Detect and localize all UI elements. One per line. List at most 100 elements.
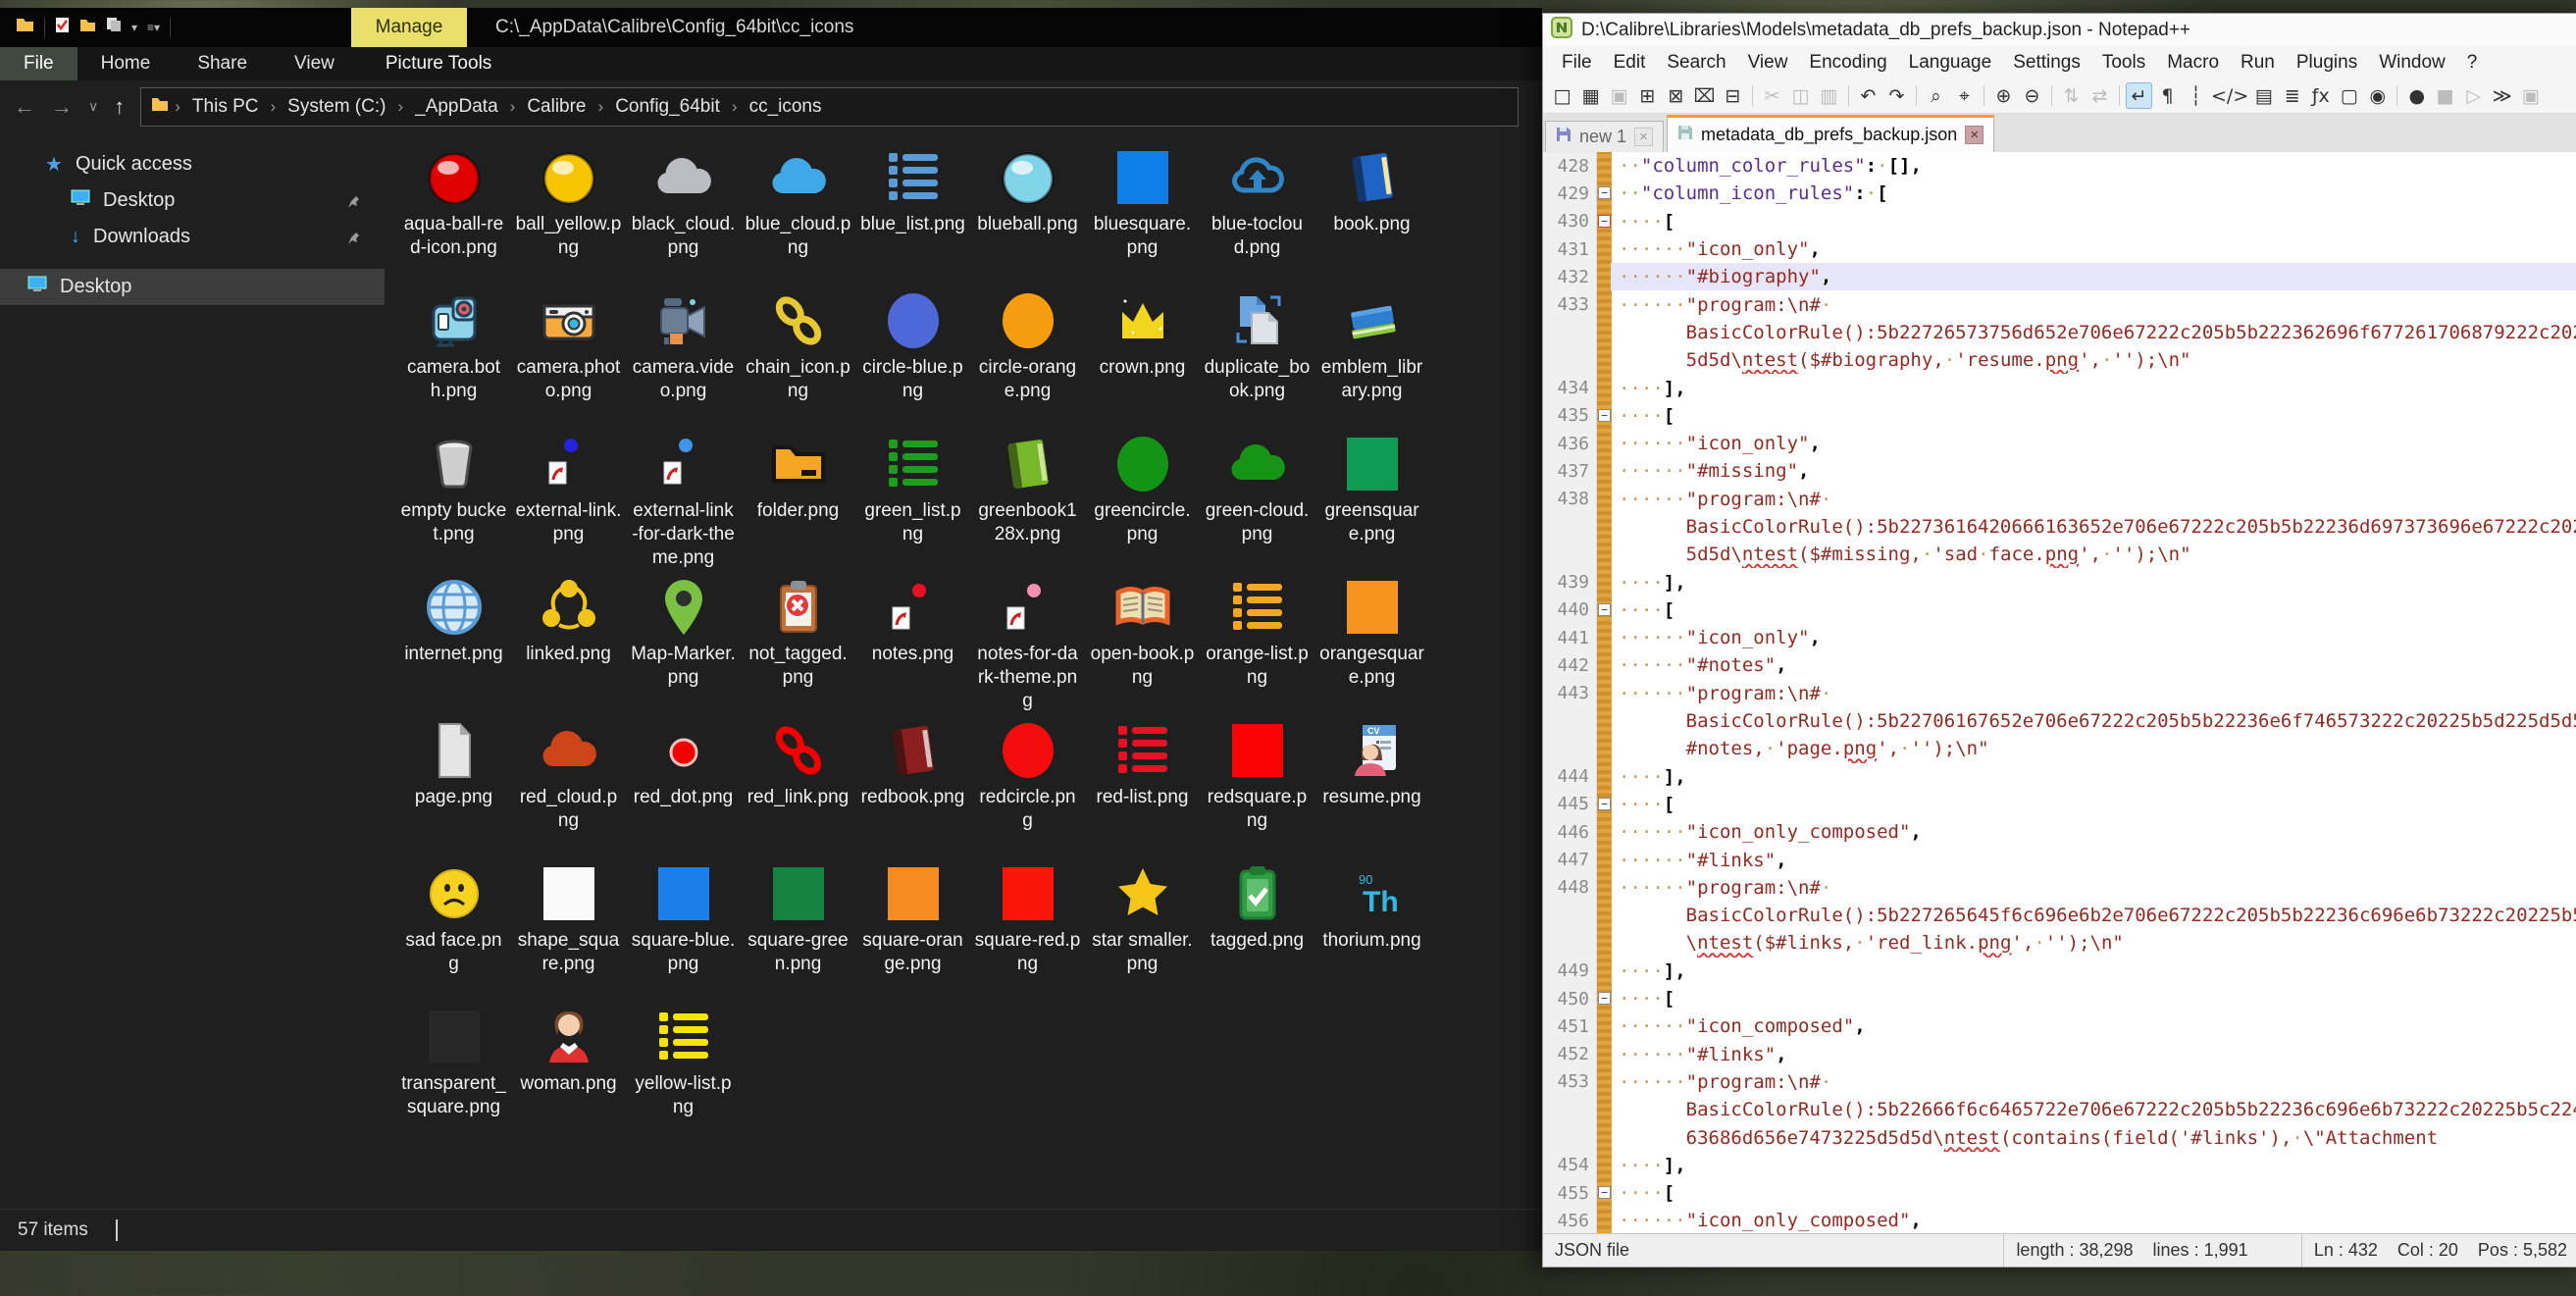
- breadcrumb[interactable]: ›This PC›System (C:)›_AppData›Calibre›Co…: [140, 87, 1519, 127]
- file-item[interactable]: CVresume.png: [1314, 715, 1429, 858]
- file-item[interactable]: red-list.png: [1085, 715, 1200, 858]
- file-item[interactable]: bluesquare.png: [1085, 142, 1200, 285]
- new-folder-icon[interactable]: [79, 17, 96, 38]
- sidebar-item-desktop[interactable]: Desktop: [0, 182, 385, 219]
- menu-window[interactable]: Window: [2368, 52, 2456, 74]
- code-line[interactable]: 442······"#notes",: [1543, 651, 2576, 679]
- file-item[interactable]: crown.png: [1085, 285, 1200, 429]
- code-line[interactable]: 449····],: [1543, 958, 2576, 985]
- code-line[interactable]: 450−····[: [1543, 985, 2576, 1012]
- menu-settings[interactable]: Settings: [2002, 52, 2091, 74]
- fold-collapse-icon[interactable]: −: [1598, 603, 1611, 616]
- file-item[interactable]: square-red.png: [970, 858, 1085, 1002]
- file-item[interactable]: emblem_library.png: [1314, 285, 1429, 429]
- file-item[interactable]: greencircle.png: [1085, 429, 1200, 572]
- sync-vertical-scrolling-icon[interactable]: ⇅: [2058, 82, 2085, 109]
- file-item[interactable]: external-link.png: [511, 429, 626, 572]
- file-item[interactable]: 90Ththorium.png: [1314, 858, 1429, 1002]
- code-line[interactable]: 428··"column_color_rules":·[],: [1543, 152, 2576, 180]
- ribbon-tab-home[interactable]: Home: [77, 47, 175, 80]
- breadcrumb-segment[interactable]: System (C:): [282, 96, 391, 118]
- file-item[interactable]: yellow-list.png: [626, 1002, 741, 1145]
- folder-icon[interactable]: [16, 17, 34, 38]
- code-line[interactable]: 439····],: [1543, 568, 2576, 596]
- file-item[interactable]: redsquare.png: [1200, 715, 1314, 858]
- menu-language[interactable]: Language: [1898, 52, 2003, 74]
- menu-macro[interactable]: Macro: [2156, 52, 2230, 74]
- fold-collapse-icon[interactable]: −: [1598, 215, 1611, 228]
- tab-close-icon[interactable]: ×: [1965, 126, 1984, 144]
- code-line[interactable]: 430−····[: [1543, 208, 2576, 235]
- file-item[interactable]: woman.png: [511, 1002, 626, 1145]
- sidebar-item-quick-access[interactable]: ★ Quick access: [0, 146, 385, 182]
- code-line[interactable]: 440−····[: [1543, 596, 2576, 624]
- save-icon[interactable]: ▣: [1606, 82, 1632, 109]
- redo-icon[interactable]: ↷: [1883, 82, 1910, 109]
- sync-horizontal-scrolling-icon[interactable]: ⇄: [2087, 82, 2113, 109]
- menu-help[interactable]: ?: [2456, 52, 2489, 74]
- file-item[interactable]: sad face.png: [396, 858, 511, 1002]
- code-line[interactable]: 5d5d\ntest($#missing,·'sad·face.png',·''…: [1543, 541, 2576, 568]
- ribbon-tab-picture-tools[interactable]: Picture Tools: [362, 47, 515, 80]
- ribbon-tab-view[interactable]: View: [271, 47, 358, 80]
- doc-switcher-icon[interactable]: </>: [2211, 82, 2248, 109]
- breadcrumb-segment[interactable]: _AppData: [409, 96, 504, 118]
- customize-toolbar-icon[interactable]: ≡▾: [147, 21, 160, 34]
- word-wrap-icon[interactable]: ↵: [2126, 82, 2152, 109]
- menu-edit[interactable]: Edit: [1603, 52, 1657, 74]
- code-line[interactable]: BasicColorRule():5b22706167652e706e67222…: [1543, 707, 2576, 735]
- recent-locations-icon[interactable]: ∨: [88, 98, 98, 115]
- playback-macro-icon[interactable]: ▷: [2460, 82, 2487, 109]
- code-line[interactable]: 433······"program:\n#·: [1543, 290, 2576, 318]
- file-item[interactable]: blue-tocloud.png: [1200, 142, 1314, 285]
- file-item[interactable]: greenbook128x.png: [970, 429, 1085, 572]
- menu-view[interactable]: View: [1737, 52, 1799, 74]
- code-line[interactable]: #notes,·'page.png',·'');\n": [1543, 735, 2576, 762]
- code-line[interactable]: BasicColorRule():5b22666f6c6465722e706e6…: [1543, 1096, 2576, 1123]
- save-recorded-macro-icon[interactable]: ▣: [2517, 82, 2544, 109]
- code-line[interactable]: 445−····[: [1543, 791, 2576, 818]
- file-item[interactable]: orangesquare.png: [1314, 572, 1429, 715]
- fold-collapse-icon[interactable]: −: [1598, 1186, 1611, 1199]
- code-line[interactable]: 434····],: [1543, 374, 2576, 401]
- menu-plugins[interactable]: Plugins: [2286, 52, 2368, 74]
- file-item[interactable]: redbook.png: [855, 715, 970, 858]
- function-completion-icon[interactable]: ƒx: [2307, 82, 2334, 109]
- zoom-out-icon[interactable]: ⊖: [2019, 82, 2045, 109]
- file-item[interactable]: external-link-for-dark-theme.png: [626, 429, 741, 572]
- file-item[interactable]: ball_yellow.png: [511, 142, 626, 285]
- file-item[interactable]: empty bucket.png: [396, 429, 511, 572]
- code-line[interactable]: \ntest($#links,·'red_link.png',·'');\n": [1543, 929, 2576, 957]
- code-line[interactable]: 451······"icon_composed",: [1543, 1012, 2576, 1040]
- file-item[interactable]: red_cloud.png: [511, 715, 626, 858]
- pin-icon[interactable]: [347, 228, 363, 250]
- code-line[interactable]: 448······"program:\n#·: [1543, 874, 2576, 902]
- code-line[interactable]: 453······"program:\n#·: [1543, 1068, 2576, 1096]
- show-all-characters-icon[interactable]: ¶: [2154, 82, 2181, 109]
- ribbon-tab-share[interactable]: Share: [174, 47, 271, 80]
- breadcrumb-segment[interactable]: Calibre: [521, 96, 592, 118]
- manage-contextual-tab[interactable]: Manage: [351, 8, 467, 47]
- file-item[interactable]: red_dot.png: [626, 715, 741, 858]
- code-line[interactable]: 5d5d\ntest($#biography,·'resume.png',·''…: [1543, 346, 2576, 374]
- code-line[interactable]: 443······"program:\n#·: [1543, 680, 2576, 707]
- file-item[interactable]: page.png: [396, 715, 511, 858]
- file-item[interactable]: not_tagged.png: [741, 572, 855, 715]
- copy-icon[interactable]: ◫: [1787, 82, 1814, 109]
- fold-collapse-icon[interactable]: −: [1598, 186, 1611, 199]
- menu-search[interactable]: Search: [1656, 52, 1736, 74]
- menu-tools[interactable]: Tools: [2091, 52, 2156, 74]
- code-line[interactable]: 438······"program:\n#·: [1543, 486, 2576, 513]
- pin-icon[interactable]: [347, 191, 363, 214]
- file-monitoring-icon[interactable]: ▢: [2336, 82, 2362, 109]
- file-item[interactable]: linked.png: [511, 572, 626, 715]
- new-file-icon[interactable]: □: [1549, 82, 1575, 109]
- menu-run[interactable]: Run: [2230, 52, 2286, 74]
- cut-icon[interactable]: ✂: [1759, 82, 1785, 109]
- file-item[interactable]: camera.photo.png: [511, 285, 626, 429]
- fold-collapse-icon[interactable]: −: [1598, 798, 1611, 810]
- code-line[interactable]: 432······"#biography",: [1543, 263, 2576, 290]
- file-item[interactable]: folder.png: [741, 429, 855, 572]
- code-line[interactable]: 63686d656e7473225d5d5d\ntest(contains(fi…: [1543, 1123, 2576, 1151]
- file-item[interactable]: internet.png: [396, 572, 511, 715]
